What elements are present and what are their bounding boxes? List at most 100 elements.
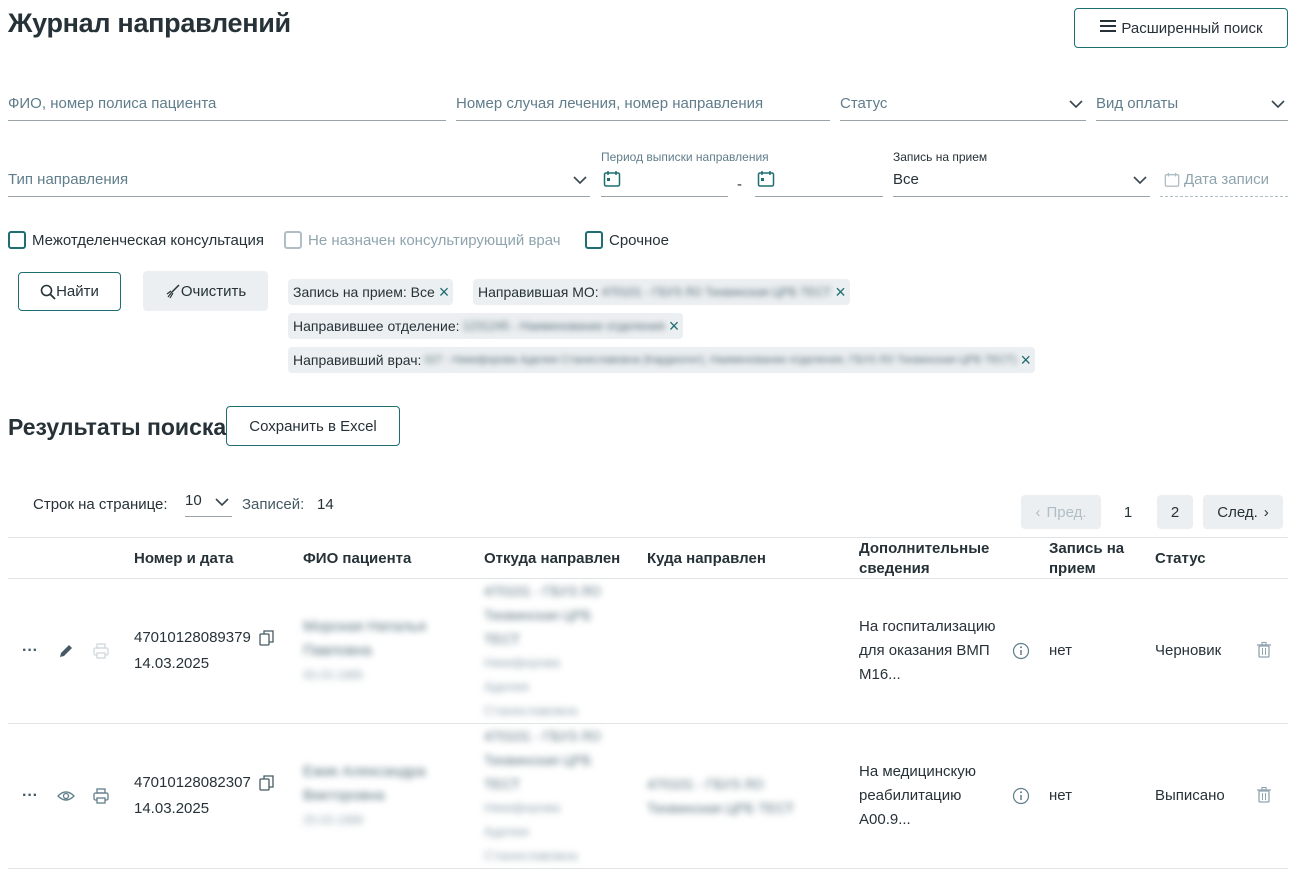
record-date-input[interactable]: Дата записи — [1160, 163, 1288, 197]
table-top-divider — [8, 537, 1288, 538]
find-button[interactable]: Найти — [18, 272, 121, 311]
from-doctor: Никифорова Аделия Станиславовна — [484, 655, 578, 718]
checkbox-box — [284, 231, 302, 249]
appointment-status: нет — [1049, 787, 1072, 804]
status-text: Черновик — [1155, 642, 1222, 659]
chip-label: Направившая МО: — [478, 284, 599, 300]
chip-value: 1231245 - Наименование отделения — [462, 319, 665, 333]
chip-label: Направившее отделение: — [293, 318, 460, 334]
referral-number: 47010128082307 — [134, 774, 251, 791]
table-row[interactable]: ··· 47010128082307 14.03.2025 Ежик Алекс… — [0, 724, 1288, 868]
next-page-button[interactable]: След. › — [1203, 495, 1283, 529]
calendar-icon — [1164, 172, 1180, 187]
period-label: Период выписки направления — [601, 150, 769, 164]
row-divider — [8, 868, 1288, 869]
rows-per-page-value: 10 — [185, 492, 202, 509]
interdept-consult-checkbox[interactable]: Межотделенческая консультация — [8, 231, 264, 249]
copy-icon[interactable] — [258, 629, 276, 647]
period-to-input[interactable] — [755, 163, 883, 197]
column-header: Дополнительные сведения — [859, 540, 990, 577]
info-icon[interactable] — [1012, 642, 1030, 660]
rows-per-page-label: Строк на странице: — [33, 496, 168, 513]
chip-label: Запись на прием: Все — [293, 284, 435, 300]
advanced-search-label: Расширенный поиск — [1121, 19, 1263, 37]
page-number: 2 — [1170, 503, 1180, 521]
referral-date: 14.03.2025 — [134, 800, 210, 817]
chevron-down-icon — [573, 176, 587, 185]
filter-chip-mo: Направившая МО: 470101 - ГБУЗ ЛО Тихвинс… — [473, 279, 850, 305]
case-number-input[interactable]: Номер случая лечения, номер направления — [456, 87, 830, 121]
prev-page-button[interactable]: ‹ Пред. — [1021, 495, 1101, 529]
patient-search-input[interactable]: ФИО, номер полиса пациента — [8, 87, 446, 121]
page-number: 1 — [1123, 503, 1133, 521]
copy-icon[interactable] — [258, 774, 276, 792]
urgent-label: Срочное — [609, 231, 669, 249]
column-header: Запись на прием — [1049, 540, 1125, 577]
period-separator: - — [737, 176, 742, 193]
trash-icon[interactable] — [1255, 786, 1273, 804]
chevron-down-icon — [1069, 100, 1083, 109]
save-excel-label: Сохранить в Excel — [249, 417, 377, 435]
filter-chip-doctor: Направивший врач: 027 - Никифорова Адели… — [288, 347, 1036, 373]
column-header: Куда направлен — [647, 550, 766, 567]
close-icon[interactable]: × — [439, 283, 450, 301]
table-row[interactable]: ··· 47010128089379 14.03.2025 Морская На… — [0, 579, 1288, 723]
more-icon[interactable]: ··· — [20, 786, 40, 806]
clear-label: Очистить — [180, 282, 247, 300]
filter-chip-department: Направившее отделение: 1231245 - Наимено… — [288, 313, 684, 339]
results-title: Результаты поиска — [8, 414, 227, 440]
edit-icon[interactable] — [57, 642, 75, 660]
chevron-left-icon: ‹ — [1035, 503, 1041, 521]
column-header: Номер и дата — [134, 550, 234, 567]
from-organization: 470101 - ГБУЗ ЛО Тихвинская ЦРБ ТЕСТ — [484, 583, 601, 647]
trash-icon[interactable] — [1255, 641, 1273, 659]
referral-date: 14.03.2025 — [134, 655, 210, 672]
printer-icon[interactable] — [92, 787, 110, 805]
chip-value: 470101 - ГБУЗ ЛО Тихвинская ЦРБ ТЕСТ — [601, 285, 832, 299]
chevron-down-icon — [1271, 100, 1285, 109]
no-doctor-checkbox[interactable]: Не назначен консультирующий врач — [284, 231, 561, 249]
checkbox-box — [585, 231, 603, 249]
eye-icon[interactable] — [57, 788, 75, 804]
page-title: Журнал направлений — [8, 8, 291, 38]
search-icon — [40, 284, 56, 300]
clear-button[interactable]: Очистить — [143, 271, 268, 311]
close-icon[interactable]: × — [669, 317, 680, 335]
referral-number: 47010128089379 — [134, 629, 251, 646]
case-number-placeholder: Номер случая лечения, номер направления — [456, 95, 764, 112]
payment-type-placeholder: Вид оплаты — [1096, 95, 1179, 112]
patient-name: Морская Наталья Павловна — [303, 618, 426, 659]
chevron-down-icon — [1133, 176, 1147, 185]
urgent-checkbox[interactable]: Срочное — [585, 231, 669, 249]
printer-icon[interactable] — [92, 642, 110, 660]
from-doctor: Никифорова Аделия Станиславовна — [484, 800, 578, 863]
appointment-status: нет — [1049, 642, 1072, 659]
info-icon[interactable] — [1012, 787, 1030, 805]
records-label: Записей: — [242, 496, 305, 513]
period-from-input[interactable] — [601, 163, 728, 197]
patient-dob: 05.03.1985 — [303, 668, 364, 682]
advanced-search-button[interactable]: Расширенный поиск — [1074, 8, 1288, 48]
next-label: След. — [1217, 503, 1258, 521]
page-2-button[interactable]: 2 — [1157, 495, 1193, 529]
status-text: Выписано — [1155, 787, 1225, 804]
status-placeholder: Статус — [840, 95, 888, 112]
patient-dob: 25.03.1989 — [303, 813, 364, 827]
close-icon[interactable]: × — [1021, 351, 1032, 369]
checkbox-box — [8, 231, 26, 249]
close-icon[interactable]: × — [835, 283, 846, 301]
page-1-button[interactable]: 1 — [1110, 495, 1146, 529]
patient-name: Ежик Александра Викторовна — [303, 763, 426, 804]
save-excel-button[interactable]: Сохранить в Excel — [226, 406, 400, 446]
more-icon[interactable]: ··· — [20, 641, 40, 661]
status-select[interactable]: Статус — [840, 87, 1086, 121]
referral-type-select[interactable]: Тип направления — [8, 163, 590, 197]
referral-type-placeholder: Тип направления — [8, 171, 129, 188]
chip-value: 027 - Никифорова Аделия Станиславовна (К… — [424, 354, 1017, 366]
chevron-down-icon — [215, 498, 229, 507]
appointment-select[interactable]: Все — [893, 163, 1150, 197]
chip-label: Направивший врач: — [293, 352, 422, 368]
payment-type-select[interactable]: Вид оплаты — [1096, 87, 1288, 121]
additional-info: На медицинскую реабилитацию A00.9... — [859, 763, 977, 828]
rows-per-page-select[interactable]: 10 — [185, 490, 232, 517]
